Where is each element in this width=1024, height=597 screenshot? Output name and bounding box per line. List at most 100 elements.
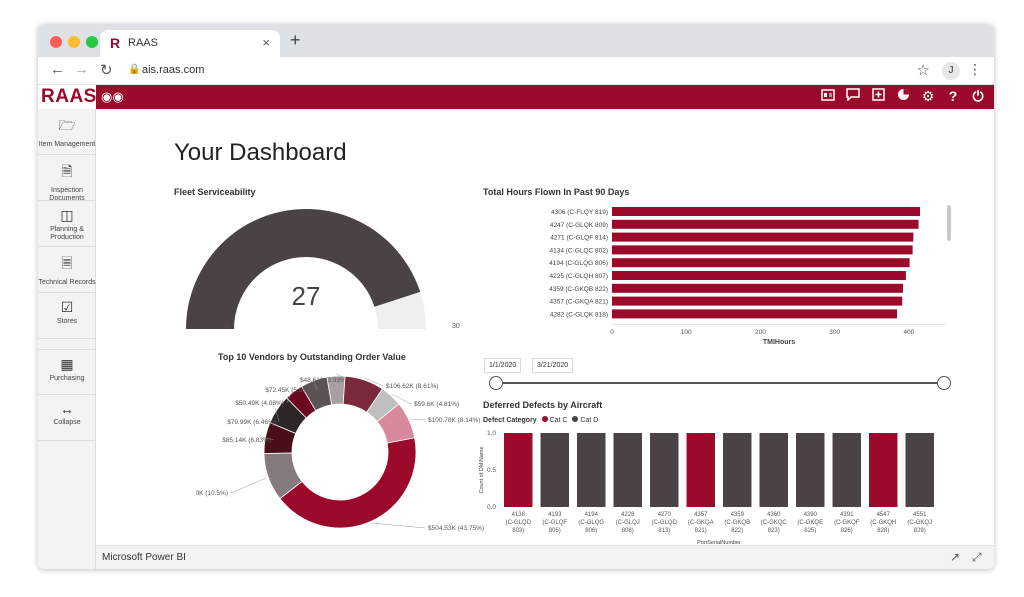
close-window-button[interactable]: [50, 36, 62, 48]
vendor-slice-label: $85.14K (6.83%): [222, 437, 271, 444]
reload-icon[interactable]: ↻: [100, 61, 113, 79]
defects-x-tick: 4547: [877, 512, 891, 518]
defects-x-tick: (C-GLQD: [652, 520, 678, 526]
hours-flown-title: Total Hours Flown In Past 90 Days: [483, 187, 630, 197]
chat-icon[interactable]: [844, 88, 862, 104]
vendors-donut-chart[interactable]: $504.53K (43.75%)$130K (10.5%)$85.14K (6…: [196, 364, 496, 539]
defects-bar[interactable]: [650, 433, 679, 507]
defects-bar[interactable]: [759, 433, 788, 507]
defects-bar[interactable]: [686, 433, 715, 507]
minimize-window-button[interactable]: [68, 36, 80, 48]
hours-bar[interactable]: [612, 258, 910, 268]
settings-icon[interactable]: ⚙: [919, 88, 937, 105]
hours-bar[interactable]: [612, 271, 906, 280]
gauge-min-label: 0: [225, 323, 229, 330]
defects-x-tick: 4390: [804, 512, 818, 518]
sidebar-item-item-management[interactable]: 🗁 Item Management: [38, 109, 96, 155]
profile-avatar[interactable]: J: [942, 62, 960, 80]
deferred-defects-title: Deferred Defects by Aircraft: [483, 400, 603, 410]
pie-chart-icon[interactable]: [894, 88, 912, 104]
add-icon[interactable]: [869, 88, 887, 104]
defects-x-tick: 4270: [658, 512, 672, 518]
defects-x-tick: (C-GLQG: [578, 520, 604, 526]
hours-category-label: 4134 (C-GLQC 802): [549, 247, 608, 254]
sidebar-item-label: Technical Records: [38, 279, 96, 286]
maximize-window-button[interactable]: [86, 36, 98, 48]
defects-bar[interactable]: [723, 433, 752, 507]
help-icon[interactable]: ?: [944, 88, 962, 104]
sidebar-item-stores[interactable]: ☑ Stores: [38, 293, 96, 339]
vendor-leader-line: [372, 522, 426, 529]
defects-x-tick: (C-GKQH: [870, 520, 896, 526]
legend-cat-d-marker: [572, 416, 579, 422]
deferred-defects-chart[interactable]: Count of DMIName 1.0 0.5 0.0 4138 (C-GLQD 803)…: [476, 425, 946, 545]
hours-chart-scrollbar[interactable]: [947, 205, 951, 241]
defects-y-axis-title: Count of DMIName: [479, 446, 485, 493]
legend-title: Defect Category: [483, 417, 537, 424]
tab-close-button[interactable]: ×: [262, 35, 270, 50]
vendor-slice-label: $100.78K (8.14%): [428, 417, 480, 424]
power-bi-link[interactable]: Microsoft Power BI: [102, 552, 186, 563]
hours-flown-chart[interactable]: 4306 (C-FLQY 819) 4247 (C-GLQK 809) 4271 (…: [476, 205, 956, 345]
defects-bar[interactable]: [540, 433, 569, 507]
defects-y-tick: 0.0: [487, 504, 496, 511]
sidebar-item-planning-production[interactable]: ◫ Planning & Production: [38, 201, 96, 247]
vendor-leader-line: [230, 477, 267, 494]
date-slider-track[interactable]: [496, 382, 944, 384]
hours-bar[interactable]: [612, 232, 914, 242]
vendor-slice-label: $48.61€ (3.93%): [300, 377, 348, 384]
hours-bar[interactable]: [612, 207, 921, 216]
sidebar-item-technical-records[interactable]: 🗏 Technical Records: [38, 247, 96, 293]
hierarchy-icon: ◫: [60, 207, 74, 223]
legend-cat-c-marker: [541, 416, 548, 422]
defects-x-tick: (C-GKQF: [834, 520, 860, 526]
defects-bar[interactable]: [905, 433, 934, 507]
defects-bar[interactable]: [869, 433, 898, 507]
hours-bar[interactable]: [612, 245, 913, 255]
forward-icon[interactable]: →: [74, 61, 89, 78]
defects-bar[interactable]: [577, 433, 606, 507]
browser-tab[interactable]: R RAAS ×: [100, 30, 280, 57]
defects-x-tick: 813): [658, 528, 670, 534]
raas-logo: RAAS: [41, 86, 97, 107]
binoculars-icon[interactable]: ◉◉: [101, 89, 124, 105]
sidebar-item-inspection-documents[interactable]: 🗎 Inspection Documents: [38, 155, 96, 202]
date-end-input[interactable]: 3/21/2020: [532, 358, 574, 373]
hours-bar[interactable]: [612, 283, 903, 293]
defects-x-tick: 828): [877, 528, 889, 534]
defects-bar[interactable]: [796, 433, 825, 507]
tab-title: RAAS: [128, 37, 158, 49]
browser-menu-icon[interactable]: ⋮: [968, 61, 982, 78]
defects-bar[interactable]: [613, 433, 642, 507]
gauge-value: 27: [291, 281, 321, 311]
sidebar-item-label: Item Management: [38, 141, 96, 148]
power-icon[interactable]: ⏻: [969, 88, 987, 105]
back-icon[interactable]: ←: [50, 61, 65, 78]
defects-x-tick: 825): [804, 528, 816, 534]
new-tab-button[interactable]: +: [290, 30, 301, 51]
hours-bar[interactable]: [612, 296, 903, 306]
app-top-bar: RAAS ◉◉ ⚙ ? ⏻: [38, 85, 994, 109]
id-card-icon[interactable]: [819, 88, 837, 104]
defects-x-tick: 821): [695, 528, 707, 534]
expand-icon[interactable]: ⤢: [972, 550, 982, 565]
defects-x-tick: 826): [841, 528, 853, 534]
defects-x-tick: 4360: [767, 512, 781, 518]
date-slider-end-handle[interactable]: [937, 376, 951, 390]
defects-bar[interactable]: [832, 433, 861, 507]
defects-x-tick: (C-GKQA: [688, 520, 714, 526]
sidebar-item-collapse[interactable]: ↔ Collapse: [38, 395, 96, 441]
defects-bar[interactable]: [504, 433, 533, 507]
bookmark-star-icon[interactable]: ☆: [917, 61, 930, 79]
sidebar-item-label: Collapse: [53, 419, 81, 426]
dashboard-content: Your Dashboard Fleet Serviceability 27 0…: [96, 109, 994, 545]
sidebar-item-purchasing[interactable]: ▦ Purchasing: [38, 349, 96, 395]
document-icon: 🗎: [61, 163, 73, 179]
hours-bar[interactable]: [612, 309, 898, 319]
share-icon[interactable]: ↗: [950, 550, 960, 564]
hours-bar[interactable]: [612, 219, 919, 229]
defects-x-tick: (C-GLQD: [506, 520, 532, 526]
url-field[interactable]: ais.raas.com: [142, 64, 204, 76]
hours-x-tick: 100: [681, 329, 692, 336]
vendor-slice-label: $50.49K (4.08%): [235, 400, 284, 407]
